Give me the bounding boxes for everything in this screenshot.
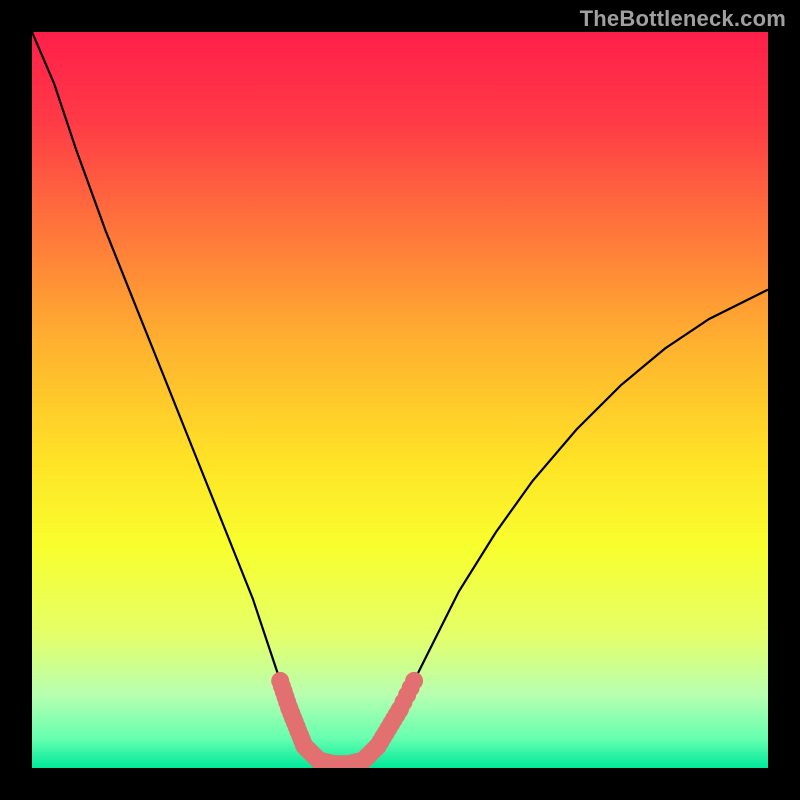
watermark-text: TheBottleneck.com (580, 6, 786, 32)
plot-area (32, 32, 768, 768)
gradient-background (32, 32, 768, 768)
bottleneck-curve-chart (32, 32, 768, 768)
chart-frame: TheBottleneck.com (0, 0, 800, 800)
curve-marker (405, 672, 423, 690)
